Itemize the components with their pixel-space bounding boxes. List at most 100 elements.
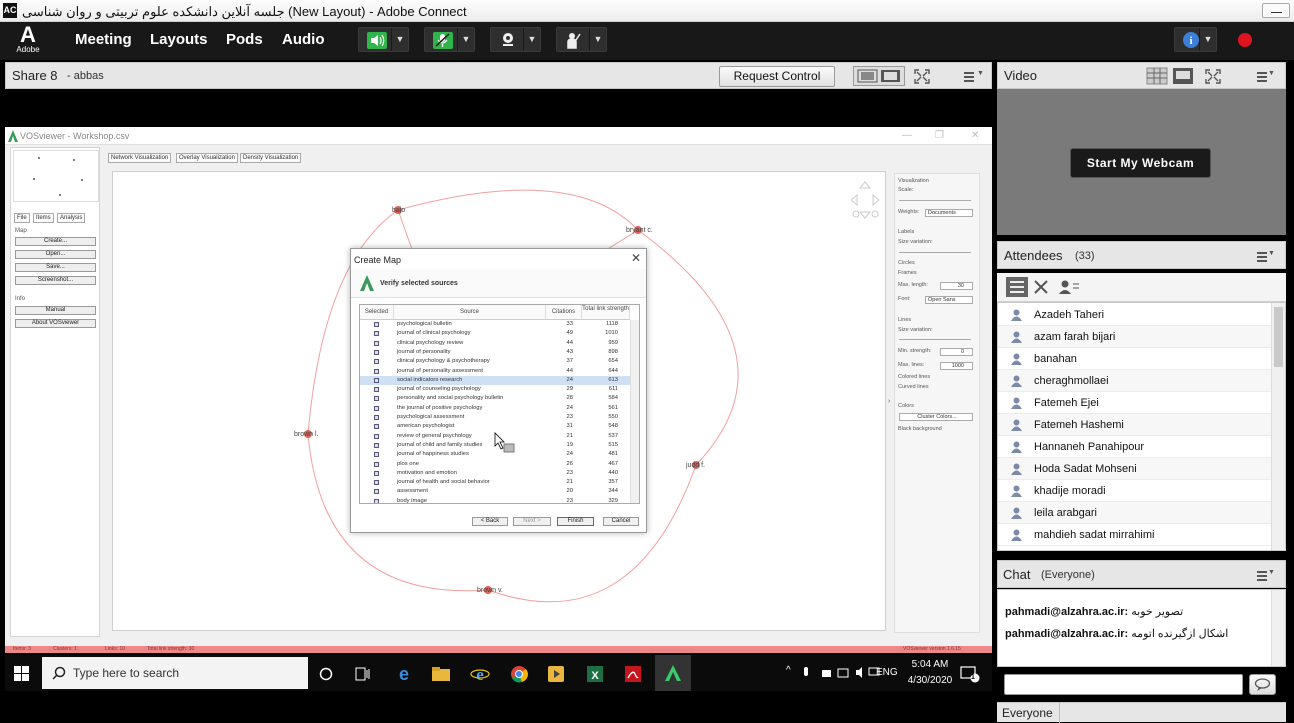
lines-size-slider[interactable] [899, 339, 971, 340]
internet-explorer-icon[interactable]: e [470, 664, 490, 684]
row-checkbox[interactable] [374, 368, 379, 374]
table-row[interactable]: american psychologist 31 548 [360, 422, 630, 431]
row-checkbox[interactable] [374, 489, 379, 495]
tab-analysis[interactable]: Analysis [57, 213, 86, 223]
table-row[interactable]: body image 23 329 [360, 497, 630, 503]
attendee-view-icons[interactable] [1005, 276, 1083, 298]
share-menu-icon[interactable] [964, 72, 978, 82]
cortana-icon[interactable] [318, 666, 334, 682]
row-checkbox[interactable] [374, 387, 379, 393]
task-view-icon[interactable] [355, 666, 371, 682]
tab-file[interactable]: File [14, 213, 30, 223]
max-lines-input[interactable]: 1000 [940, 362, 973, 370]
view-toggle[interactable] [853, 66, 905, 86]
max-length-input[interactable]: 30 [940, 282, 973, 290]
microphone-button[interactable]: ▼ [424, 27, 475, 52]
video-layout-icons[interactable] [1146, 67, 1200, 85]
video-fullscreen-icon[interactable] [1205, 69, 1221, 84]
circles-radio[interactable]: Circles [898, 260, 915, 266]
chevron-down-icon[interactable]: ▼ [457, 28, 474, 51]
chat-scrollbar[interactable] [1271, 590, 1285, 666]
chevron-down-icon[interactable]: ▼ [391, 28, 408, 51]
attendee-row[interactable]: Fatemeh Hashemi [998, 414, 1271, 436]
fullscreen-icon[interactable] [914, 69, 930, 84]
media-player-icon[interactable] [547, 665, 565, 683]
system-tray-icons[interactable] [802, 666, 882, 680]
attendee-row[interactable]: azam farah bijari [998, 326, 1271, 348]
attendee-row[interactable]: banahan [998, 348, 1271, 370]
record-icon[interactable] [1236, 31, 1254, 49]
request-control-button[interactable]: Request Control [719, 66, 835, 87]
table-row[interactable]: psychological assessment 23 550 [360, 413, 630, 422]
attendee-row[interactable]: khadije moradi [998, 480, 1271, 502]
frames-radio[interactable]: Frames [898, 270, 917, 276]
manual-button[interactable]: Manual [15, 306, 96, 315]
attendee-scrollbar[interactable] [1271, 303, 1285, 550]
chat-input[interactable] [1004, 674, 1243, 695]
speaker-button[interactable]: ▼ [358, 27, 409, 52]
chevron-down-icon[interactable]: ▼ [977, 70, 984, 77]
vos-maximize-icon[interactable]: ❐ [935, 130, 944, 141]
attendee-row[interactable]: Fatemeh Ejei [998, 392, 1271, 414]
raise-hand-button[interactable]: ▼ [556, 27, 607, 52]
attendee-row[interactable]: leila arabgari [998, 502, 1271, 524]
attendee-row[interactable]: mahdieh sadat mirrahimi [998, 524, 1271, 546]
menu-audio[interactable]: Audio [282, 31, 325, 48]
table-row[interactable]: clinical psychology & psychotherapy 37 654 [360, 357, 630, 366]
table-row[interactable]: journal of health and social behavior 21 3… [360, 478, 630, 487]
taskbar-search-box[interactable]: Type here to search [42, 657, 308, 689]
vos-close-icon[interactable]: ✕ [971, 130, 979, 141]
row-checkbox[interactable] [374, 405, 379, 411]
notifications-icon[interactable] [960, 665, 980, 683]
clock-time[interactable]: 5:04 AM [907, 659, 953, 670]
taskbar-vosviewer-active[interactable] [655, 655, 691, 691]
col-total-link-strength[interactable]: Total link strength [582, 305, 630, 320]
row-checkbox[interactable] [374, 498, 379, 503]
col-citations[interactable]: Citations [546, 305, 582, 320]
menu-pods[interactable]: Pods [226, 31, 263, 48]
dialog-close-icon[interactable]: ✕ [631, 251, 641, 265]
row-checkbox[interactable] [374, 415, 379, 420]
attendee-row[interactable]: Hannaneh Panahipour [998, 436, 1271, 458]
next-button[interactable]: Next > [513, 517, 551, 526]
tab-overlay-visualization[interactable]: Overlay Visualization [176, 153, 238, 163]
collapse-arrow-icon[interactable]: › [888, 398, 890, 405]
chat-send-button[interactable] [1249, 674, 1276, 695]
navigation-control[interactable] [848, 179, 882, 221]
row-checkbox[interactable] [374, 452, 379, 458]
vos-minimize-icon[interactable]: — [902, 130, 912, 141]
screenshot-button[interactable]: Screenshot... [15, 276, 96, 285]
tab-network-visualization[interactable]: Network Visualization [108, 153, 172, 163]
table-row[interactable]: personality and social psychology bullet… [360, 394, 630, 403]
cluster-colors-button[interactable]: Cluster Colors... [899, 413, 973, 421]
attendee-row[interactable]: Azadeh Taheri [998, 304, 1271, 326]
tab-items[interactable]: Items [33, 213, 54, 223]
table-row[interactable]: journal of clinical psychology 49 1010 [360, 329, 630, 338]
table-row[interactable]: social indicators research 24 613 [360, 375, 630, 385]
chevron-down-icon[interactable]: ▼ [1268, 70, 1275, 77]
row-checkbox[interactable] [374, 470, 379, 476]
menu-layouts[interactable]: Layouts [150, 31, 208, 48]
colored-lines-checkbox[interactable]: Colored lines [898, 374, 930, 380]
open-button[interactable]: Open... [15, 250, 96, 259]
chevron-down-icon[interactable]: ▼ [1268, 569, 1275, 576]
language-indicator[interactable]: ENG [876, 667, 898, 678]
row-checkbox[interactable] [374, 340, 379, 346]
chevron-down-icon[interactable]: ▼ [523, 28, 540, 51]
chrome-icon[interactable] [509, 664, 529, 684]
row-checkbox[interactable] [374, 396, 379, 402]
black-background-checkbox[interactable]: Black background [898, 426, 942, 432]
table-row[interactable]: the journal of positive psychology 24 561 [360, 404, 630, 413]
about-button[interactable]: About VOSviewer [15, 319, 96, 328]
row-checkbox[interactable] [374, 433, 379, 439]
webcam-button[interactable]: ▼ [490, 27, 541, 52]
table-row[interactable]: plos one 26 467 [360, 460, 630, 469]
scale-slider[interactable] [899, 200, 971, 201]
row-checkbox[interactable] [374, 442, 379, 448]
label-size-slider[interactable] [899, 252, 971, 253]
back-button[interactable]: < Back [472, 517, 508, 526]
table-row[interactable]: journal of personality 43 898 [360, 348, 630, 357]
table-scrollbar[interactable] [630, 320, 639, 503]
row-checkbox[interactable] [374, 377, 379, 383]
save-button[interactable]: Save... [15, 263, 96, 272]
